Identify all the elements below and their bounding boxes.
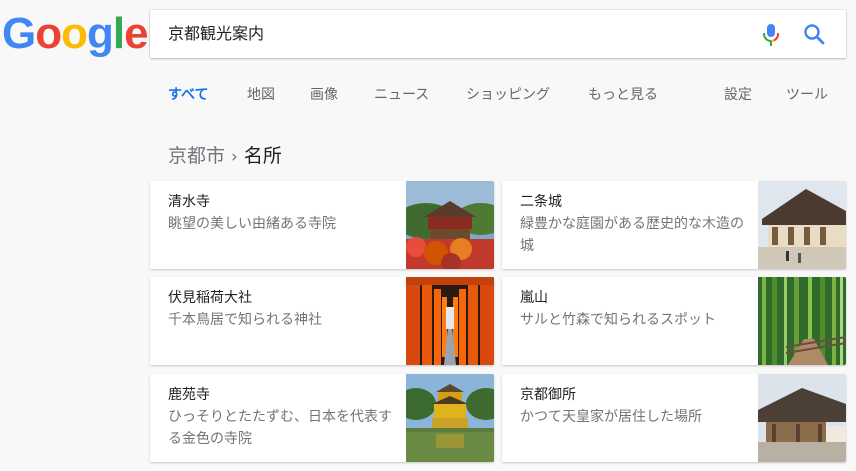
google-logo[interactable]: Google bbox=[2, 4, 149, 64]
place-card-nijo[interactable]: 二条城 緑豊かな庭園がある歴史的な木造の城 bbox=[502, 181, 846, 269]
tab-more[interactable]: もっと見る bbox=[588, 84, 658, 104]
place-title: 伏見稲荷大社 bbox=[168, 290, 252, 306]
search-results-page: Google すべて 地図 画像 ニュース ショッピング もっと見る 設 bbox=[0, 0, 856, 471]
place-description: 千本鳥居で知られる神社 bbox=[168, 312, 322, 328]
place-card-arashiyama[interactable]: 嵐山 サルと竹森で知られるスポット bbox=[502, 277, 846, 365]
place-card-imperial-palace[interactable]: 京都御所 かつて天皇家が居住した場所 bbox=[502, 374, 846, 462]
tab-shopping[interactable]: ショッピング bbox=[466, 84, 550, 104]
tab-maps[interactable]: 地図 bbox=[247, 84, 275, 104]
search-icon[interactable] bbox=[802, 22, 826, 46]
kinkakuji-photo bbox=[406, 374, 494, 462]
logo-letter: o bbox=[35, 9, 62, 58]
nijo-castle-photo bbox=[758, 181, 846, 269]
place-description: ひっそりとたたずむ、日本を代表する金色の寺院 bbox=[168, 409, 392, 447]
place-description: 緑豊かな庭園がある歴史的な木造の城 bbox=[520, 216, 744, 254]
logo-letter: e bbox=[124, 9, 149, 58]
imperial-palace-photo bbox=[758, 374, 846, 462]
place-title: 清水寺 bbox=[168, 194, 210, 210]
logo-letter: o bbox=[61, 9, 88, 58]
breadcrumb: 京都市 › 名所 bbox=[168, 141, 282, 168]
breadcrumb-parent[interactable]: 京都市 bbox=[168, 145, 225, 167]
search-box bbox=[150, 10, 846, 58]
place-description: 眺望の美しい由緒ある寺院 bbox=[168, 216, 336, 232]
search-input[interactable] bbox=[168, 10, 728, 58]
place-card-fushimi-inari[interactable]: 伏見稲荷大社 千本鳥居で知られる神社 bbox=[150, 277, 494, 365]
place-description: かつて天皇家が居住した場所 bbox=[520, 409, 702, 425]
breadcrumb-separator: › bbox=[231, 147, 238, 167]
tab-news[interactable]: ニュース bbox=[374, 84, 429, 104]
tab-all[interactable]: すべて bbox=[168, 84, 208, 104]
search-tabs: すべて 地図 画像 ニュース ショッピング もっと見る 設定 ツール bbox=[0, 84, 856, 112]
logo-letter: g bbox=[87, 9, 114, 58]
place-description: サルと竹森で知られるスポット bbox=[520, 312, 716, 328]
place-title: 二条城 bbox=[520, 194, 562, 210]
tab-images[interactable]: 画像 bbox=[310, 84, 338, 104]
tab-tools[interactable]: ツール bbox=[786, 84, 828, 104]
place-title: 嵐山 bbox=[520, 290, 548, 306]
arashiyama-bamboo-photo bbox=[758, 277, 846, 365]
place-title: 鹿苑寺 bbox=[168, 387, 210, 403]
logo-letter: l bbox=[112, 9, 125, 58]
logo-letter: G bbox=[2, 9, 36, 58]
place-card-rokuonji[interactable]: 鹿苑寺 ひっそりとたたずむ、日本を代表する金色の寺院 bbox=[150, 374, 494, 462]
mic-icon[interactable] bbox=[760, 22, 782, 48]
fushimi-inari-torii-photo bbox=[406, 277, 494, 365]
breadcrumb-current: 名所 bbox=[243, 145, 282, 167]
place-card-kiyomizu[interactable]: 清水寺 眺望の美しい由緒ある寺院 bbox=[150, 181, 494, 269]
kiyomizu-temple-photo bbox=[406, 181, 494, 269]
place-title: 京都御所 bbox=[520, 387, 576, 403]
tab-settings[interactable]: 設定 bbox=[724, 84, 752, 104]
